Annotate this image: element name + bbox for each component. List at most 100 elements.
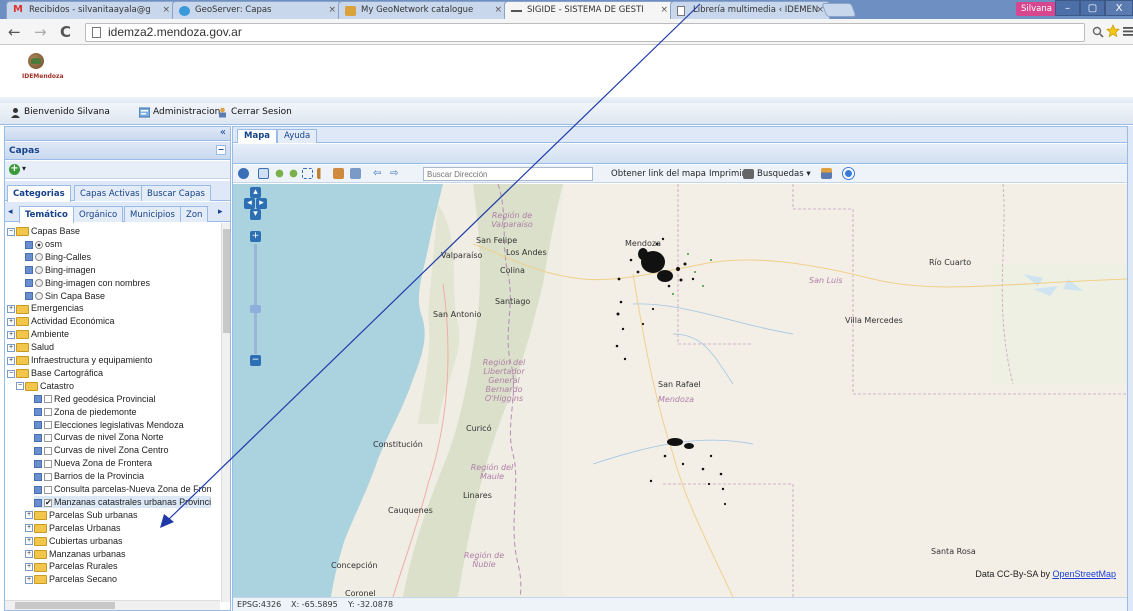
tree-layer[interactable]: Curvas de nivel Zona Norte bbox=[34, 431, 164, 443]
scrollbar-thumb[interactable] bbox=[15, 602, 115, 609]
tab-categorias[interactable]: Categorias bbox=[7, 185, 71, 202]
tree-layer[interactable]: Elecciones legislativas Mendoza bbox=[34, 419, 184, 431]
layer-checkbox[interactable]: ✔ bbox=[44, 498, 52, 507]
tree-folder[interactable]: + Manzanas urbanas bbox=[25, 548, 126, 560]
print-button[interactable]: Imprimir bbox=[709, 169, 745, 179]
zoom-icon[interactable] bbox=[1092, 26, 1104, 38]
tab-capas-activas[interactable]: Capas Activas bbox=[74, 185, 146, 201]
expand-icon[interactable]: + bbox=[25, 563, 33, 572]
logout-link[interactable]: Cerrar Sesion bbox=[217, 107, 292, 118]
expand-icon[interactable]: + bbox=[7, 317, 15, 326]
collapse-icon[interactable]: − bbox=[7, 369, 15, 378]
close-tab-icon[interactable]: × bbox=[162, 5, 170, 15]
tab-ayuda[interactable]: Ayuda bbox=[277, 129, 318, 143]
browser-tab-sigide[interactable]: SIGIDE - SISTEMA DE GESTI × bbox=[504, 1, 674, 20]
tree-layer[interactable]: Nueva Zona de Frontera bbox=[34, 457, 152, 469]
layer-checkbox[interactable] bbox=[44, 459, 52, 468]
expand-icon[interactable]: + bbox=[25, 537, 33, 546]
expand-icon[interactable]: + bbox=[7, 343, 15, 352]
close-tab-icon[interactable]: × bbox=[328, 5, 336, 15]
zoom-out-tool-icon[interactable] bbox=[289, 169, 298, 178]
address-search-input[interactable] bbox=[423, 167, 593, 181]
menu-icon[interactable] bbox=[1123, 26, 1133, 36]
forward-button[interactable]: → bbox=[34, 23, 47, 41]
layer-checkbox[interactable] bbox=[44, 395, 52, 404]
back-button[interactable]: ← bbox=[8, 23, 21, 41]
zoom-out-button[interactable]: − bbox=[250, 355, 261, 366]
tree-folder[interactable]: + Salud bbox=[7, 341, 54, 353]
expand-icon[interactable]: + bbox=[7, 305, 15, 314]
pan-left-icon[interactable]: ◂ bbox=[244, 198, 255, 209]
zoom-slider[interactable] bbox=[254, 244, 257, 354]
browser-tab-geoserver[interactable]: GeoServer: Capas × bbox=[172, 1, 342, 19]
tree-layer[interactable]: Bing-imagen con nombres bbox=[25, 277, 150, 289]
zoom-in-tool-icon[interactable] bbox=[275, 169, 284, 178]
star-icon[interactable] bbox=[1106, 24, 1120, 38]
browser-tab-libreria[interactable]: Librería multimedia ‹ IDEMEN × bbox=[670, 1, 830, 19]
minimize-panel-icon[interactable]: − bbox=[216, 145, 226, 155]
tree-layer[interactable]: Zona de piedemonte bbox=[34, 406, 137, 418]
tab-buscar-capas[interactable]: Buscar Capas bbox=[141, 185, 211, 201]
tree-folder[interactable]: + Parcelas Secano bbox=[25, 573, 117, 585]
collapse-icon[interactable]: − bbox=[7, 227, 15, 236]
zoom-in-button[interactable]: + bbox=[250, 231, 261, 242]
close-window-button[interactable]: X bbox=[1105, 0, 1133, 16]
tree-folder[interactable]: + Parcelas Urbanas bbox=[25, 522, 121, 534]
tree-layer[interactable]: Red geodésica Provincial bbox=[34, 393, 156, 405]
profile-chip[interactable]: Silvana bbox=[1016, 2, 1057, 16]
reload-button[interactable]: C bbox=[60, 23, 71, 41]
expand-icon[interactable]: + bbox=[25, 550, 33, 559]
layer-checkbox[interactable] bbox=[44, 434, 52, 443]
tree-layer[interactable]: ✔ Manzanas catastrales urbanas Provinci bbox=[34, 495, 212, 508]
tree-folder[interactable]: + Infraestructura y equipamiento bbox=[7, 354, 153, 366]
tree-layer[interactable]: Bing-imagen bbox=[25, 264, 96, 276]
subtab-municipios[interactable]: Municipios bbox=[124, 206, 181, 222]
collapse-icon[interactable]: − bbox=[16, 382, 24, 391]
subtab-organico[interactable]: Orgánico bbox=[73, 206, 124, 222]
close-tab-icon[interactable]: × bbox=[660, 5, 668, 15]
layer-checkbox[interactable] bbox=[44, 446, 52, 455]
browser-tab-gmail[interactable]: M Recibidos - silvanitaayala@g × bbox=[6, 1, 176, 19]
collapse-left-icon[interactable]: « bbox=[220, 127, 226, 138]
close-tab-icon[interactable]: × bbox=[494, 5, 502, 15]
tree-layer[interactable]: Barrios de la Provincia bbox=[34, 470, 144, 482]
layer-checkbox[interactable] bbox=[44, 485, 52, 494]
street-view-icon[interactable] bbox=[821, 168, 832, 179]
right-panel-collapsed[interactable] bbox=[1127, 126, 1133, 611]
base-layer-radio[interactable] bbox=[35, 279, 43, 288]
tree-folder[interactable]: − Catastro bbox=[16, 380, 74, 392]
search-menu-button[interactable]: Busquedas ▾ bbox=[743, 169, 811, 179]
tree-folder[interactable]: − Base Cartográfica bbox=[7, 367, 103, 379]
select-icon[interactable] bbox=[258, 168, 269, 179]
zoom-slider-handle[interactable] bbox=[250, 305, 261, 313]
layer-checkbox[interactable] bbox=[44, 421, 52, 430]
tree-folder[interactable]: + Ambiente bbox=[7, 328, 69, 340]
tree-folder[interactable]: + Emergencias bbox=[7, 302, 84, 314]
tree-layer[interactable]: Sin Capa Base bbox=[25, 290, 105, 302]
minimize-button[interactable]: – bbox=[1055, 0, 1080, 16]
tree-layer[interactable]: osm bbox=[25, 238, 62, 250]
zoom-extent-icon[interactable] bbox=[302, 168, 313, 179]
browser-tab-geonetwork[interactable]: My GeoNetwork catalogue × bbox=[338, 1, 508, 19]
tree-folder[interactable]: − Capas Base bbox=[7, 225, 80, 237]
tree-folder[interactable]: + Parcelas Sub urbanas bbox=[25, 509, 138, 521]
admin-link[interactable]: Administracion bbox=[139, 107, 220, 118]
pan-down-icon[interactable]: ▾ bbox=[250, 209, 261, 220]
base-layer-radio[interactable] bbox=[35, 240, 43, 249]
scroll-right-icon[interactable]: ▸ bbox=[218, 207, 228, 219]
layer-checkbox[interactable] bbox=[44, 472, 52, 481]
expand-icon[interactable]: + bbox=[25, 575, 33, 584]
tree-folder[interactable]: + Parcelas Rurales bbox=[25, 560, 118, 572]
previous-extent-icon[interactable]: ⇦ bbox=[373, 168, 387, 179]
openstreetmap-link[interactable]: OpenStreetMap bbox=[1052, 569, 1116, 579]
add-layer-icon[interactable]: + bbox=[9, 164, 20, 175]
layers-tool-icon[interactable] bbox=[350, 168, 361, 179]
base-layer-radio[interactable] bbox=[35, 253, 43, 262]
map-link-button[interactable]: Obtener link del mapa bbox=[611, 169, 706, 179]
tree-folder[interactable]: + Actividad Económica bbox=[7, 315, 115, 327]
pan-up-icon[interactable]: ▴ bbox=[250, 187, 261, 198]
scroll-left-icon[interactable]: ◂ bbox=[8, 207, 18, 219]
layer-checkbox[interactable] bbox=[44, 408, 52, 417]
add-layer-dropdown-icon[interactable]: ▾ bbox=[22, 164, 26, 173]
map-canvas[interactable]: Región de Valparaíso San Felipe Los Andes V… bbox=[233, 184, 1128, 597]
